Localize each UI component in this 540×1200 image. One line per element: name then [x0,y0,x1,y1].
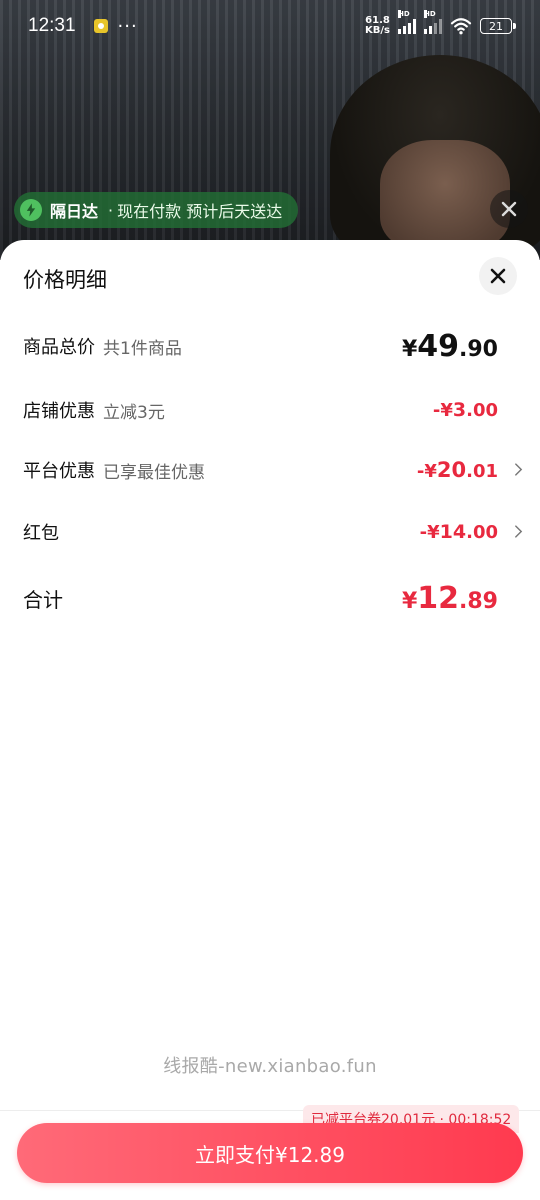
close-icon [501,201,517,217]
amount-integer: 49 [417,328,460,364]
amount-integer: 20 [436,458,467,482]
more-notifications-icon: ··· [117,15,138,37]
watermark: 线报酷-new.xianbao.fun [163,1056,377,1077]
price-row-store-discount: 店铺优惠 立减3元 -¥ 3 .00 [23,390,523,430]
amount-integer: 14 [439,521,467,543]
close-icon [490,268,506,284]
network-speed-unit: KB/s [365,25,390,36]
delivery-banner: 隔日达 · 现在付款 预计后天送达 [14,192,299,228]
row-label: 店铺优惠 [23,401,95,422]
row-label: 商品总价 [23,337,95,358]
signal-hd-label: HD [398,10,410,18]
chevron-right-icon [515,463,523,476]
price-row-total: 合计 ¥ 12 .89 [23,578,523,618]
amount-decimal: .00 [466,400,498,421]
row-sub: 共1件商品 [103,338,182,359]
row-amount: -¥ 3 .00 [433,399,498,421]
signal-hd-label-2: HD [424,10,436,18]
battery-level: 21 [489,19,503,33]
price-row-platform-discount[interactable]: 平台优惠 已享最佳优惠 -¥ 20 .01 [23,450,523,490]
total-amount: ¥ 12 .89 [402,581,498,616]
row-amount: -¥ 20 .01 [417,458,498,482]
chevron-right-icon [515,525,523,538]
amount-decimal: .90 [459,336,498,362]
pay-now-button[interactable]: 立即支付¥12.89 [17,1123,523,1183]
amount-decimal: .00 [466,522,498,543]
amount-integer: 3 [452,399,467,421]
app-notification-icon [93,19,108,33]
amount-prefix: -¥ [416,461,437,482]
price-row-subtotal: 商品总价 共1件商品 ¥ 49 .90 [23,326,523,366]
price-detail-sheet: 价格明细 商品总价 共1件商品 ¥ 49 .90 店铺优惠 立减3元 -¥ 3 … [0,240,540,1200]
wifi-icon [450,18,472,35]
row-sub: 已享最佳优惠 [103,462,205,483]
person-face [380,140,510,250]
battery-icon: 21 [480,18,516,34]
amount-prefix: -¥ [419,522,440,543]
amount-prefix: -¥ [432,400,453,421]
row-amount: -¥ 14 .00 [420,521,498,543]
status-time: 12:31 [28,15,76,36]
delivery-text: 现在付款 预计后天送达 [117,202,283,221]
amount-decimal: .01 [466,461,498,482]
total-label: 合计 [23,587,63,612]
status-bar: 12:31 ··· 61.8 KB/s HD HD 21 [0,0,540,52]
delivery-brand: 隔日达 [50,202,99,221]
row-amount: ¥ 49 .90 [402,329,498,364]
row-label: 平台优惠 [23,461,95,482]
amount-prefix: ¥ [401,336,418,362]
network-speed: 61.8 KB/s [365,16,390,36]
amount-integer: 12 [417,580,460,616]
amount-decimal: .89 [459,588,498,614]
row-label: 红包 [23,523,59,544]
amount-prefix: ¥ [401,588,418,614]
signal-icon: HD [398,10,416,34]
video-close-button[interactable] [490,190,528,228]
delivery-separator: · [108,200,114,220]
sheet-close-button[interactable] [479,257,517,295]
price-row-red-packet[interactable]: 红包 -¥ 14 .00 [23,512,523,552]
sheet-title: 价格明细 [23,268,107,292]
row-sub: 立减3元 [103,402,165,423]
lightning-icon [20,199,42,221]
signal-icon-2: HD [424,10,442,34]
